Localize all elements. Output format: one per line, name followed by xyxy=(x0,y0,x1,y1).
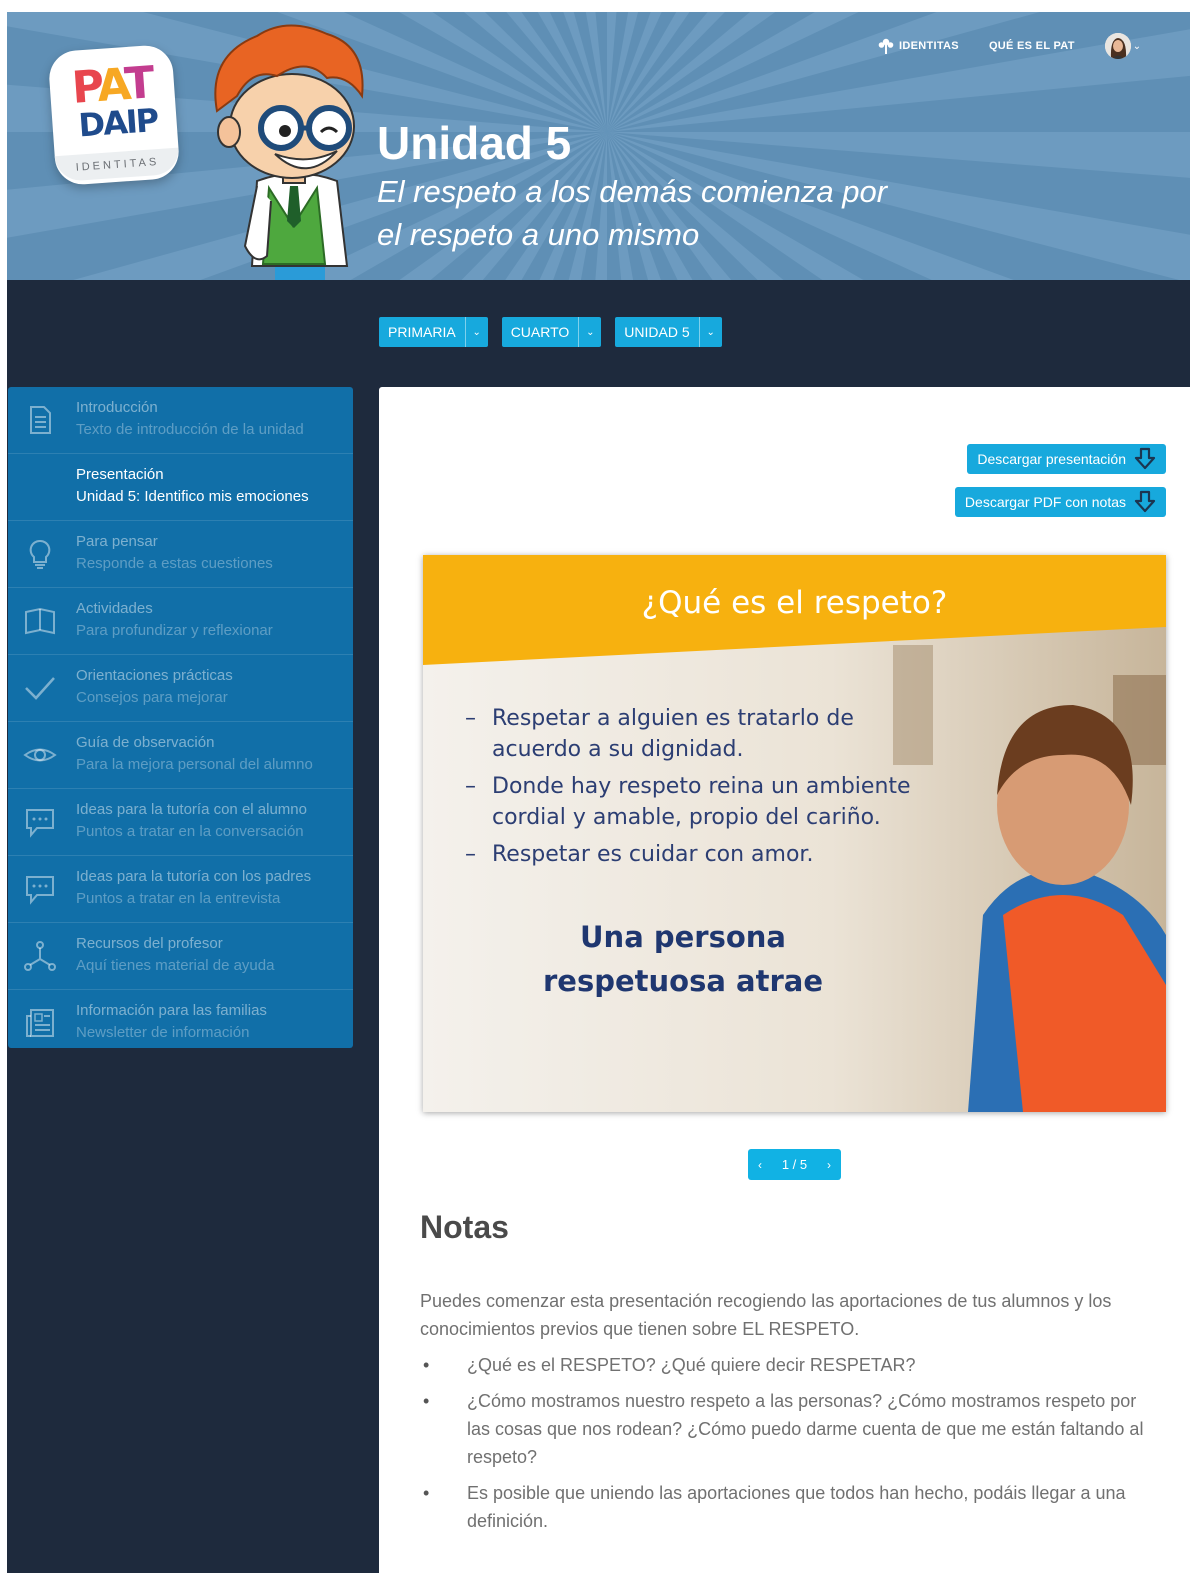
sidebar-item-actividades[interactable]: Actividades Para profundizar y reflexion… xyxy=(8,588,353,655)
slide-bullet: Donde hay respeto reina un ambiente cord… xyxy=(465,771,935,833)
chevron-down-icon: ⌄ xyxy=(578,317,601,347)
sidebar-item-title: Presentación xyxy=(76,466,164,483)
sidebar-item-orientaciones[interactable]: Orientaciones prácticas Consejos para me… xyxy=(8,655,353,722)
sidebar-item-subtitle: Para profundizar y reflexionar xyxy=(76,622,273,639)
sidebar-item-introduccion[interactable]: Introducción Texto de introducción de la… xyxy=(8,387,353,454)
notes-list: ¿Qué es el RESPETO? ¿Qué quiere decir RE… xyxy=(420,1351,1160,1543)
tree-icon xyxy=(878,38,894,54)
slide-bullet-list: Respetar a alguien es tratarlo de acuerd… xyxy=(465,703,935,876)
notes-title: Notas xyxy=(420,1209,509,1245)
download-icon xyxy=(1134,447,1156,470)
share-nodes-icon xyxy=(24,941,56,971)
pager-counter: 1 / 5 xyxy=(781,1157,808,1172)
chat-icon xyxy=(26,876,54,905)
sidebar-item-para-pensar[interactable]: Para pensar Responde a estas cuestiones xyxy=(8,521,353,588)
notes-list-item: ¿Qué es el RESPETO? ¿Qué quiere decir RE… xyxy=(420,1351,1160,1379)
sidebar-item-subtitle: Aquí tienes material de ayuda xyxy=(76,957,275,974)
sidebar-item-guia-observacion[interactable]: Guía de observación Para la mejora perso… xyxy=(8,722,353,789)
sidebar-item-tutoria-padres[interactable]: Ideas para la tutoría con los padres Pun… xyxy=(8,856,353,923)
sidebar-item-subtitle: Puntos a tratar en la conversación xyxy=(76,823,304,840)
unit-select-value: UNIDAD 5 xyxy=(624,324,690,340)
lightbulb-icon xyxy=(29,539,51,569)
main-content: Descargar presentación Descargar PDF con… xyxy=(379,387,1190,1573)
sidebar-item-subtitle: Puntos a tratar en la entrevista xyxy=(76,890,281,907)
download-presentation-button[interactable]: Descargar presentación xyxy=(967,444,1166,474)
top-navigation: IDENTITAS QUÉ ES EL PAT ⌄ xyxy=(877,33,1142,59)
unit-sidebar: Introducción Texto de introducción de la… xyxy=(8,387,353,1048)
download-presentation-label: Descargar presentación xyxy=(977,451,1126,467)
notes-list-item: ¿Cómo mostramos nuestro respeto a las pe… xyxy=(420,1387,1160,1471)
sidebar-item-title: Introducción xyxy=(76,399,158,416)
chevron-right-icon[interactable]: › xyxy=(827,1158,831,1172)
app-frame: PAT DAIP IDENTITAS Unidad 5 El respeto a… xyxy=(7,12,1190,1573)
sidebar-item-title: Actividades xyxy=(76,600,153,617)
chevron-down-icon: ⌄ xyxy=(1132,40,1142,52)
chat-icon xyxy=(26,809,54,838)
slide-bullet: Respetar es cuidar con amor. xyxy=(465,839,935,870)
nav-identitas-label: IDENTITAS xyxy=(899,40,959,52)
chevron-left-icon[interactable]: ‹ xyxy=(758,1158,762,1172)
sidebar-item-title: Recursos del profesor xyxy=(76,935,223,952)
course-selectors: PRIMARIA ⌄ CUARTO ⌄ UNIDAD 5 ⌄ xyxy=(379,317,722,347)
slide-pager: ‹ 1 / 5 › xyxy=(748,1149,841,1180)
sidebar-item-title: Para pensar xyxy=(76,533,158,550)
chevron-down-icon: ⌄ xyxy=(464,317,488,347)
slide-bullet: Respetar a alguien es tratarlo de acuerd… xyxy=(465,703,935,765)
nav-que-es-el-pat-label: QUÉ ES EL PAT xyxy=(988,40,1075,52)
avatar xyxy=(1104,33,1131,59)
logo-tagline: IDENTITAS xyxy=(54,147,181,183)
nav-identitas-link[interactable]: IDENTITAS xyxy=(877,37,959,55)
sidebar-item-title: Ideas para la tutoría con el alumno xyxy=(76,801,307,818)
slide-highlight: Una persona respetuosa atrae xyxy=(543,920,823,998)
download-icon xyxy=(1134,490,1156,513)
level-select-value: PRIMARIA xyxy=(388,324,456,340)
sidebar-item-subtitle: Para la mejora personal del alumno xyxy=(76,756,313,773)
presentation-slide[interactable]: ¿Qué es el respeto? Respetar a alguien e… xyxy=(423,555,1166,1112)
mascot-illustration xyxy=(214,24,364,280)
sidebar-item-recursos[interactable]: Recursos del profesor Aquí tienes materi… xyxy=(8,923,353,990)
sidebar-item-presentacion[interactable]: Presentación Unidad 5: Identifico mis em… xyxy=(8,454,353,521)
hero-banner: PAT DAIP IDENTITAS Unidad 5 El respeto a… xyxy=(7,12,1190,280)
sidebar-item-title: Orientaciones prácticas xyxy=(76,667,233,684)
user-menu[interactable]: ⌄ xyxy=(1104,33,1142,59)
notes-list-item: Es posible que uniendo las aportaciones … xyxy=(420,1479,1160,1535)
chevron-down-icon: ⌄ xyxy=(698,317,722,347)
download-pdf-button[interactable]: Descargar PDF con notas xyxy=(954,487,1166,517)
unit-subtitle: El respeto a los demás comienza por el r… xyxy=(377,174,888,252)
notes-intro: Puedes comenzar esta presentación recogi… xyxy=(420,1291,1112,1339)
sidebar-item-subtitle: Newsletter de información xyxy=(76,1024,250,1041)
sidebar-item-subtitle: Unidad 5: Identifico mis emociones xyxy=(76,488,309,505)
grade-select[interactable]: CUARTO ⌄ xyxy=(501,317,602,347)
sidebar-item-familias[interactable]: Información para las familias Newsletter… xyxy=(8,990,353,1056)
slide-heading: ¿Qué es el respeto? xyxy=(641,585,948,621)
sidebar-item-tutoria-alumno[interactable]: Ideas para la tutoría con el alumno Punt… xyxy=(8,789,353,856)
nav-que-es-el-pat-link[interactable]: QUÉ ES EL PAT xyxy=(989,40,1075,52)
checkmark-icon xyxy=(25,677,55,700)
newspaper-icon xyxy=(26,1009,54,1037)
eye-icon xyxy=(23,748,57,762)
sidebar-item-subtitle: Consejos para mejorar xyxy=(76,689,228,706)
sidebar-item-title: Información para las familias xyxy=(76,1002,267,1019)
sidebar-item-subtitle: Responde a estas cuestiones xyxy=(76,555,273,572)
sidebar-item-title: Ideas para la tutoría con los padres xyxy=(76,868,312,885)
logo-daip-text: DAIP xyxy=(77,101,159,145)
unit-select[interactable]: UNIDAD 5 ⌄ xyxy=(615,317,722,347)
document-icon xyxy=(30,406,51,434)
sidebar-item-title: Guía de observación xyxy=(76,734,215,751)
pat-daip-logo[interactable]: PAT DAIP IDENTITAS xyxy=(47,43,181,187)
level-select[interactable]: PRIMARIA ⌄ xyxy=(379,317,488,347)
grade-select-value: CUARTO xyxy=(510,324,570,340)
sidebar-item-subtitle: Texto de introducción de la unidad xyxy=(76,421,304,438)
unit-title: Unidad 5 xyxy=(377,117,572,169)
download-pdf-label: Descargar PDF con notas xyxy=(964,494,1126,510)
book-icon xyxy=(25,607,55,635)
